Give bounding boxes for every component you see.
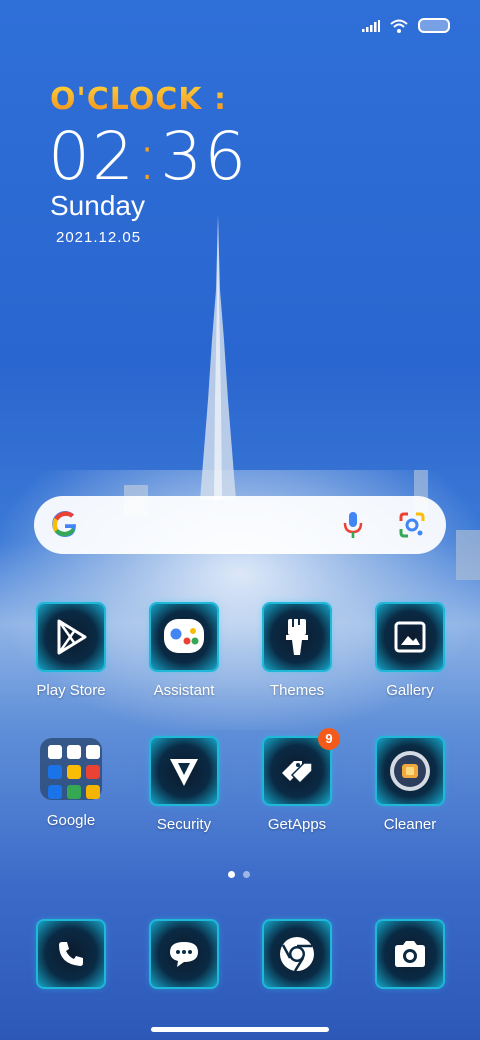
status-bar	[362, 18, 450, 33]
google-search-bar[interactable]	[34, 496, 446, 554]
clock-hours: 02	[48, 118, 136, 195]
app-tile	[264, 604, 330, 670]
chrome-icon	[280, 937, 314, 972]
app-label: Google	[46, 812, 96, 829]
dock-phone[interactable]	[15, 921, 127, 987]
app-label: Gallery	[386, 682, 434, 699]
app-play-store[interactable]: Play Store	[15, 604, 127, 699]
clock-date: 2021.12.05	[56, 229, 142, 246]
gallery-icon	[394, 621, 426, 653]
app-label: Security	[156, 816, 212, 833]
app-tile	[151, 738, 217, 804]
camera-icon	[395, 941, 425, 967]
youtube-mini-icon	[48, 765, 62, 779]
notification-badge: 9	[318, 728, 340, 750]
page-indicator[interactable]	[228, 871, 250, 878]
getapps-icon	[282, 761, 313, 785]
assistant-icon	[164, 619, 204, 653]
paintbrush-icon	[286, 619, 308, 655]
app-tile	[377, 921, 443, 987]
app-tile	[151, 604, 217, 670]
app-tile	[377, 738, 443, 804]
app-getapps[interactable]: 9 GetApps	[241, 728, 353, 833]
clock-day: Sunday	[50, 190, 145, 221]
app-assistant[interactable]: Assistant	[128, 604, 240, 699]
battery-icon	[418, 18, 450, 33]
google-lens-icon[interactable]	[398, 511, 426, 539]
app-google-folder[interactable]: Google	[15, 738, 127, 829]
folder-icon	[40, 738, 102, 800]
app-tile	[377, 604, 443, 670]
security-icon	[170, 759, 198, 786]
duo-mini-icon	[48, 785, 62, 799]
signal-icon	[362, 19, 380, 32]
play-store-icon	[57, 619, 87, 655]
clock-time[interactable]: 02:36	[48, 118, 248, 195]
app-gallery[interactable]: Gallery	[354, 604, 466, 699]
app-label: Cleaner	[383, 816, 437, 833]
app-themes[interactable]: Themes	[241, 604, 353, 699]
app-label: GetApps	[267, 816, 327, 833]
dock-chrome[interactable]	[241, 921, 353, 987]
page-dot-2[interactable]	[243, 871, 250, 878]
messages-icon	[170, 942, 198, 967]
clock-brand[interactable]: O'CLOCK :	[50, 82, 227, 117]
clock-separator: :	[135, 118, 161, 195]
cleaner-icon	[390, 751, 430, 791]
gmail-mini-icon	[48, 745, 62, 759]
app-tile	[264, 921, 330, 987]
app-security[interactable]: Security	[128, 738, 240, 833]
youtube-mini-icon	[86, 765, 100, 779]
microphone-icon[interactable]	[340, 510, 366, 540]
photos-mini-icon	[67, 765, 81, 779]
app-tile	[38, 921, 104, 987]
wifi-icon	[390, 19, 408, 33]
gmail-mini-icon	[67, 745, 81, 759]
app-cleaner[interactable]: Cleaner	[354, 738, 466, 833]
photos-mini-icon	[67, 785, 81, 799]
app-tile	[151, 921, 217, 987]
drive-mini-icon	[86, 785, 100, 799]
home-indicator[interactable]	[151, 1027, 329, 1032]
app-label: Assistant	[153, 682, 215, 699]
maps-mini-icon	[86, 745, 100, 759]
google-g-icon	[52, 511, 76, 537]
app-label: Themes	[269, 682, 325, 699]
app-label: Play Store	[36, 682, 106, 699]
clock-minutes: 36	[160, 118, 249, 195]
phone-icon	[59, 942, 83, 966]
app-tile: 9	[264, 728, 340, 804]
dock-camera[interactable]	[354, 921, 466, 987]
page-dot-1[interactable]	[228, 871, 235, 878]
app-tile	[38, 604, 104, 670]
dock-messages[interactable]	[128, 921, 240, 987]
